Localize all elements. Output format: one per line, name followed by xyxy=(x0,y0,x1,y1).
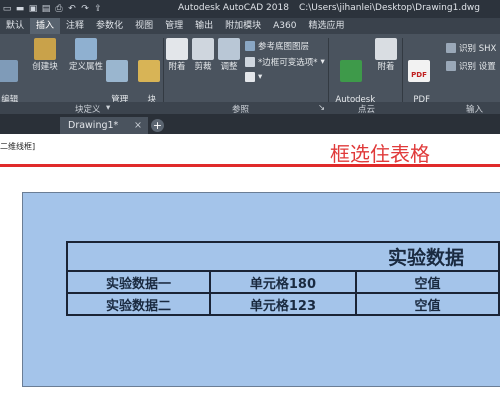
frame-icon xyxy=(245,57,255,67)
print-icon[interactable]: ⎙ xyxy=(54,4,64,14)
pointcloud-icon xyxy=(375,38,397,60)
table-cell[interactable]: 空值 xyxy=(354,292,500,316)
tab-a360[interactable]: A360 xyxy=(267,18,302,34)
table-cell[interactable]: 实验数据二 xyxy=(65,292,212,316)
adjust-button[interactable]: 调整 xyxy=(217,38,241,73)
recognize-settings-button[interactable]: 识别 设置 xyxy=(446,60,496,72)
tab-featured-apps[interactable]: 精选应用 xyxy=(302,18,350,34)
chevron-down-icon: ▾ xyxy=(320,57,325,67)
app-title: Autodesk AutoCAD 2018 xyxy=(178,3,289,13)
create-block-button[interactable]: 创建块 xyxy=(28,38,62,73)
adjust-icon xyxy=(218,38,240,60)
frame-option-dropdown[interactable]: *边框可变选项* ▾ xyxy=(245,56,325,68)
annotation-text: 框选住表格 xyxy=(330,142,430,166)
define-attributes-icon xyxy=(75,38,97,60)
save-icon[interactable]: ▣ xyxy=(28,4,38,14)
tab-annotate[interactable]: 注释 xyxy=(60,18,90,34)
tab-output[interactable]: 输出 xyxy=(189,18,219,34)
undo-icon[interactable]: ↶ xyxy=(67,4,77,14)
layers-icon xyxy=(245,41,255,51)
manage-attributes-icon xyxy=(106,60,128,82)
table-title-row: 实验数据 xyxy=(66,241,500,272)
table-cell[interactable]: 实验数据一 xyxy=(65,270,212,294)
attach-icon xyxy=(166,38,188,60)
clip-icon xyxy=(192,38,214,60)
table-cell[interactable]: 单元格123 xyxy=(209,292,357,316)
underlay-layers-button[interactable]: 参考底图图层 xyxy=(245,40,309,52)
define-attributes-button[interactable]: 定义属性 xyxy=(66,38,106,73)
tab-view[interactable]: 视图 xyxy=(129,18,159,34)
chevron-down-icon[interactable]: ▾ xyxy=(106,103,110,113)
pointcloud-attach-button[interactable]: 附着 xyxy=(374,38,398,73)
create-block-icon xyxy=(34,38,56,60)
add-tab-button[interactable]: + xyxy=(151,119,164,132)
recognize-shx-button[interactable]: 识别 SHX xyxy=(446,42,496,54)
recap-icon xyxy=(340,60,362,82)
clip-button[interactable]: 剪裁 xyxy=(191,38,215,73)
open-icon[interactable]: ▬ xyxy=(15,4,25,14)
block-editor-icon xyxy=(138,60,160,82)
table-cell[interactable]: 空值 xyxy=(354,270,500,294)
table-cell[interactable]: 单元格180 xyxy=(209,270,357,294)
table-row: 实验数据二 单元格123 空值 xyxy=(65,292,500,316)
table-title[interactable]: 实验数据 xyxy=(66,241,500,272)
panel-divider xyxy=(163,38,164,102)
tab-addins[interactable]: 附加模块 xyxy=(219,18,267,34)
attach-button[interactable]: 附着 xyxy=(165,38,189,73)
ribbon-tabs: 默认 插入 注释 参数化 视图 管理 输出 附加模块 A360 精选应用 xyxy=(0,18,500,34)
file-path: C:\Users\jihanlei\Desktop\Drawing1.dwg xyxy=(298,3,480,13)
tab-manage[interactable]: 管理 xyxy=(159,18,189,34)
edit-attributes-icon xyxy=(0,60,18,82)
redo-icon[interactable]: ↷ xyxy=(80,4,90,14)
visual-style-control[interactable]: 二维线框] xyxy=(0,141,35,152)
settings-icon xyxy=(446,61,456,71)
chevron-down-icon: ▾ xyxy=(258,72,263,82)
snap-underlay-dropdown[interactable]: ▾ xyxy=(245,72,262,82)
saveas-icon[interactable]: ▤ xyxy=(41,4,51,14)
annotation-underline xyxy=(0,164,500,167)
drawing-tab[interactable]: Drawing1* × xyxy=(60,117,148,134)
pdf-icon: PDF xyxy=(408,60,430,82)
panel-divider xyxy=(328,38,329,102)
new-icon[interactable]: ▭ xyxy=(2,4,12,14)
close-icon[interactable]: × xyxy=(134,117,142,134)
data-table[interactable]: 实验数据 实验数据一 单元格180 空值 实验数据二 单元格123 空值 xyxy=(65,241,500,316)
tab-insert[interactable]: 插入 xyxy=(30,18,61,34)
quick-access-toolbar: ▭ ▬ ▣ ▤ ⎙ ↶ ↷ ⇪ xyxy=(2,2,103,16)
shx-icon xyxy=(446,43,456,53)
snap-icon xyxy=(245,72,255,82)
share-icon[interactable]: ⇪ xyxy=(93,4,103,14)
tab-parametric[interactable]: 参数化 xyxy=(90,18,129,34)
dialog-launcher-icon[interactable]: ↘ xyxy=(318,103,325,113)
window-title: Autodesk AutoCAD 2018 C:\Users\jihanlei\D… xyxy=(178,3,480,13)
table-row: 实验数据一 单元格180 空值 xyxy=(65,270,500,294)
tab-default[interactable]: 默认 xyxy=(0,18,30,34)
panel-divider xyxy=(402,38,403,102)
